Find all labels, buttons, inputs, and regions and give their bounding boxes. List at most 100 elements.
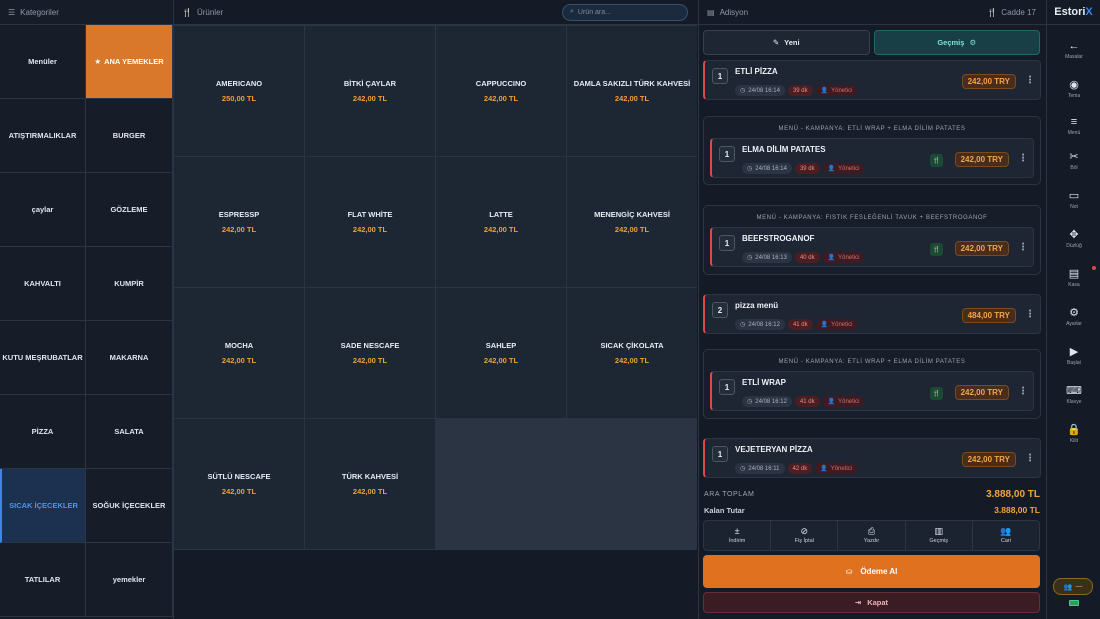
product-tile[interactable]: CAPPUCCINO 242,00 TL bbox=[436, 26, 566, 156]
action-button[interactable]: ⊘ Fiş İptal bbox=[771, 521, 839, 550]
category-tile[interactable]: SOĞUK İÇECEKLER bbox=[86, 469, 173, 543]
product-tile[interactable]: ESPRESSP 242,00 TL bbox=[174, 157, 304, 287]
category-tile[interactable]: yemekler bbox=[86, 543, 173, 617]
order-top-buttons: ✎ Yeni Geçmiş ⚙ bbox=[699, 25, 1046, 55]
product-search[interactable]: ⌕ bbox=[562, 3, 688, 21]
action-label: İndirim bbox=[728, 538, 746, 544]
product-tile[interactable]: MENENGİÇ KAHVESİ 242,00 TL bbox=[567, 157, 697, 287]
product-tile[interactable]: BİTKİ ÇAYLAR 242,00 TL bbox=[305, 26, 435, 156]
more-options-icon[interactable]: ⋮ bbox=[1018, 153, 1028, 164]
user-chip: 👤 Yönetici bbox=[822, 252, 865, 263]
order-item-card[interactable]: 1 ETLİ WRAP ◷ 24/08 16:12 41 dk 👤 Yönetici 242,… bbox=[710, 371, 1034, 411]
user-icon: 👤 bbox=[827, 399, 836, 405]
sidebar-label: Böl bbox=[1070, 165, 1078, 171]
order-title: Adisyon bbox=[719, 7, 749, 17]
action-button[interactable]: ⎙ Yazdır bbox=[838, 521, 906, 550]
product-tile[interactable]: DAMLA SAKIZLI TÜRK KAHVESİ 242,00 TL bbox=[567, 26, 697, 156]
move-icon: ✥ bbox=[1069, 229, 1079, 241]
user-status-pill[interactable]: 👥 — bbox=[1053, 578, 1093, 595]
user-status: — bbox=[1075, 583, 1083, 590]
more-options-icon[interactable]: ⋮ bbox=[1018, 386, 1028, 397]
sidebar-item[interactable]: ✥ Düzlüğ bbox=[1047, 229, 1100, 250]
product-tile[interactable]: MOCHA 242,00 TL bbox=[174, 288, 304, 418]
user-icon: 👤 bbox=[820, 322, 829, 328]
action-label: Cari bbox=[1000, 538, 1011, 544]
item-quantity: 1 bbox=[719, 235, 735, 251]
user-chip: 👤 Yönetici bbox=[822, 163, 865, 174]
pay-label: Ödeme Al bbox=[860, 567, 898, 576]
sidebar-item[interactable]: ▭ Not bbox=[1047, 190, 1100, 211]
sidebar-item[interactable]: ≡ Menü bbox=[1047, 117, 1100, 137]
category-label: BURGER bbox=[112, 131, 146, 140]
action-button[interactable]: 👥 Cari bbox=[973, 521, 1039, 550]
order-item-card[interactable]: 1 ELMA DİLİM PATATES ◷ 24/08 16:14 39 dk 👤 Yön… bbox=[710, 138, 1034, 178]
order-item-card[interactable]: 2 pizza menü ◷ 24/08 16:12 41 dk 👤 Yönetici 484… bbox=[703, 294, 1041, 334]
category-label: PİZZA bbox=[31, 427, 54, 436]
product-tile[interactable]: SÜTLÜ NESCAFE 242,00 TL bbox=[174, 419, 304, 549]
category-tile[interactable]: PİZZA bbox=[0, 395, 86, 469]
sidebar-item[interactable]: ← Masalar bbox=[1047, 41, 1100, 61]
order-item-card[interactable]: 1 BEEFSTROGANOF ◷ 24/08 16:13 40 dk 👤 Yönetici… bbox=[710, 227, 1034, 267]
menu-group: MENÜ - KAMPANYA: ETLİ WRAP + ELMA DİLİM … bbox=[703, 349, 1041, 419]
sidebar-item[interactable]: ⚙ Ayarlar bbox=[1047, 308, 1100, 328]
search-input[interactable] bbox=[577, 8, 668, 16]
more-options-icon[interactable]: ⋮ bbox=[1025, 453, 1035, 464]
product-tile[interactable]: SAHLEP 242,00 TL bbox=[436, 288, 566, 418]
action-label: Yazdır bbox=[863, 538, 880, 544]
category-tile[interactable]: KUMPİR bbox=[86, 247, 173, 321]
product-tile[interactable]: LATTE 242,00 TL bbox=[436, 157, 566, 287]
sidebar-item[interactable]: ▤ Kasa bbox=[1047, 269, 1100, 289]
products-title: Ürünler bbox=[196, 7, 224, 17]
action-button[interactable]: ± İndirim bbox=[704, 521, 772, 550]
new-order-button[interactable]: ✎ Yeni bbox=[703, 30, 870, 55]
item-user: Yönetici bbox=[831, 87, 853, 94]
receipt-icon: ▤ bbox=[707, 7, 715, 17]
sidebar-item[interactable]: ✂ Böl bbox=[1047, 152, 1100, 172]
product-tile[interactable]: TÜRK KAHVESİ 242,00 TL bbox=[305, 419, 435, 549]
category-label: MAKARNA bbox=[109, 353, 149, 362]
sidebar-item[interactable]: ◉ Tema bbox=[1047, 80, 1100, 100]
cancel-icon: ⊘ bbox=[800, 526, 809, 536]
category-tile[interactable]: KAHVALTI bbox=[0, 247, 86, 321]
more-options-icon[interactable]: ⋮ bbox=[1025, 309, 1035, 320]
sidebar-item[interactable]: ⌨ Klavye bbox=[1047, 386, 1100, 406]
order-item-card[interactable]: 1 ETLİ PİZZA ◷ 24/08 16:14 39 dk 👤 Yönetici 242… bbox=[703, 60, 1041, 100]
cutlery-icon: 🍴 bbox=[987, 7, 998, 17]
pay-button[interactable]: ⛀ Ödeme Al bbox=[703, 555, 1040, 588]
category-tile[interactable]: ATIŞTIRMALIKLAR bbox=[0, 99, 86, 173]
category-tile[interactable]: çaylar bbox=[0, 173, 86, 247]
product-tile[interactable]: FLAT WHİTE 242,00 TL bbox=[305, 157, 435, 287]
category-tile[interactable]: SALATA bbox=[86, 395, 173, 469]
totals: ARA TOPLAM 3.888,00 TL Kalan Tutar 3.888… bbox=[704, 486, 1040, 518]
order-list[interactable]: 1 ETLİ PİZZA ◷ 24/08 16:14 39 dk 👤 Yönetici 242… bbox=[703, 60, 1041, 480]
action-label: Fiş İptal bbox=[794, 538, 814, 544]
action-button[interactable]: ▥ Geçmiş bbox=[906, 521, 973, 550]
close-button[interactable]: ⇥ Kapat bbox=[703, 592, 1040, 613]
product-price: 242,00 TL bbox=[614, 94, 650, 103]
item-quantity: 1 bbox=[719, 146, 735, 162]
more-options-icon[interactable]: ⋮ bbox=[1018, 242, 1028, 253]
product-tile[interactable]: SICAK ÇİKOLATA 242,00 TL bbox=[567, 288, 697, 418]
product-name: TÜRK KAHVESİ bbox=[341, 472, 399, 481]
product-tile[interactable]: SADE NESCAFE 242,00 TL bbox=[305, 288, 435, 418]
category-tile[interactable]: KUTU MEŞRUBATLAR bbox=[0, 321, 86, 395]
sidebar-item[interactable]: 🔒 Kilit bbox=[1047, 425, 1100, 445]
category-tile[interactable]: MAKARNA bbox=[86, 321, 173, 395]
category-tile[interactable]: ★ ANA YEMEKLER bbox=[86, 25, 173, 99]
item-time: 24/08 16:14 bbox=[755, 165, 787, 172]
product-tile[interactable]: AMERICANO 250,00 TL bbox=[174, 26, 304, 156]
item-price: 484,00 TRY bbox=[961, 308, 1016, 323]
sidebar-item[interactable]: ▶ Başlat bbox=[1047, 347, 1100, 367]
note-icon: ▭ bbox=[1068, 190, 1080, 202]
category-tile[interactable]: TATLILAR bbox=[0, 543, 86, 617]
product-name: MOCHA bbox=[224, 341, 254, 350]
category-tile[interactable]: GÖZLEME bbox=[86, 173, 173, 247]
category-tile[interactable]: Menüler bbox=[0, 25, 86, 99]
order-item-card[interactable]: 1 VEJETERYAN PİZZA ◷ 24/08 16:11 42 dk 👤 Yönet… bbox=[703, 438, 1041, 478]
category-tile[interactable]: SICAK İÇECEKLER bbox=[0, 469, 86, 543]
category-tile[interactable]: BURGER bbox=[86, 99, 173, 173]
product-name: DAMLA SAKIZLI TÜRK KAHVESİ bbox=[573, 79, 691, 88]
more-options-icon[interactable]: ⋮ bbox=[1025, 75, 1035, 86]
duration-chip: 41 dk bbox=[794, 396, 820, 407]
history-button[interactable]: Geçmiş ⚙ bbox=[873, 30, 1040, 55]
